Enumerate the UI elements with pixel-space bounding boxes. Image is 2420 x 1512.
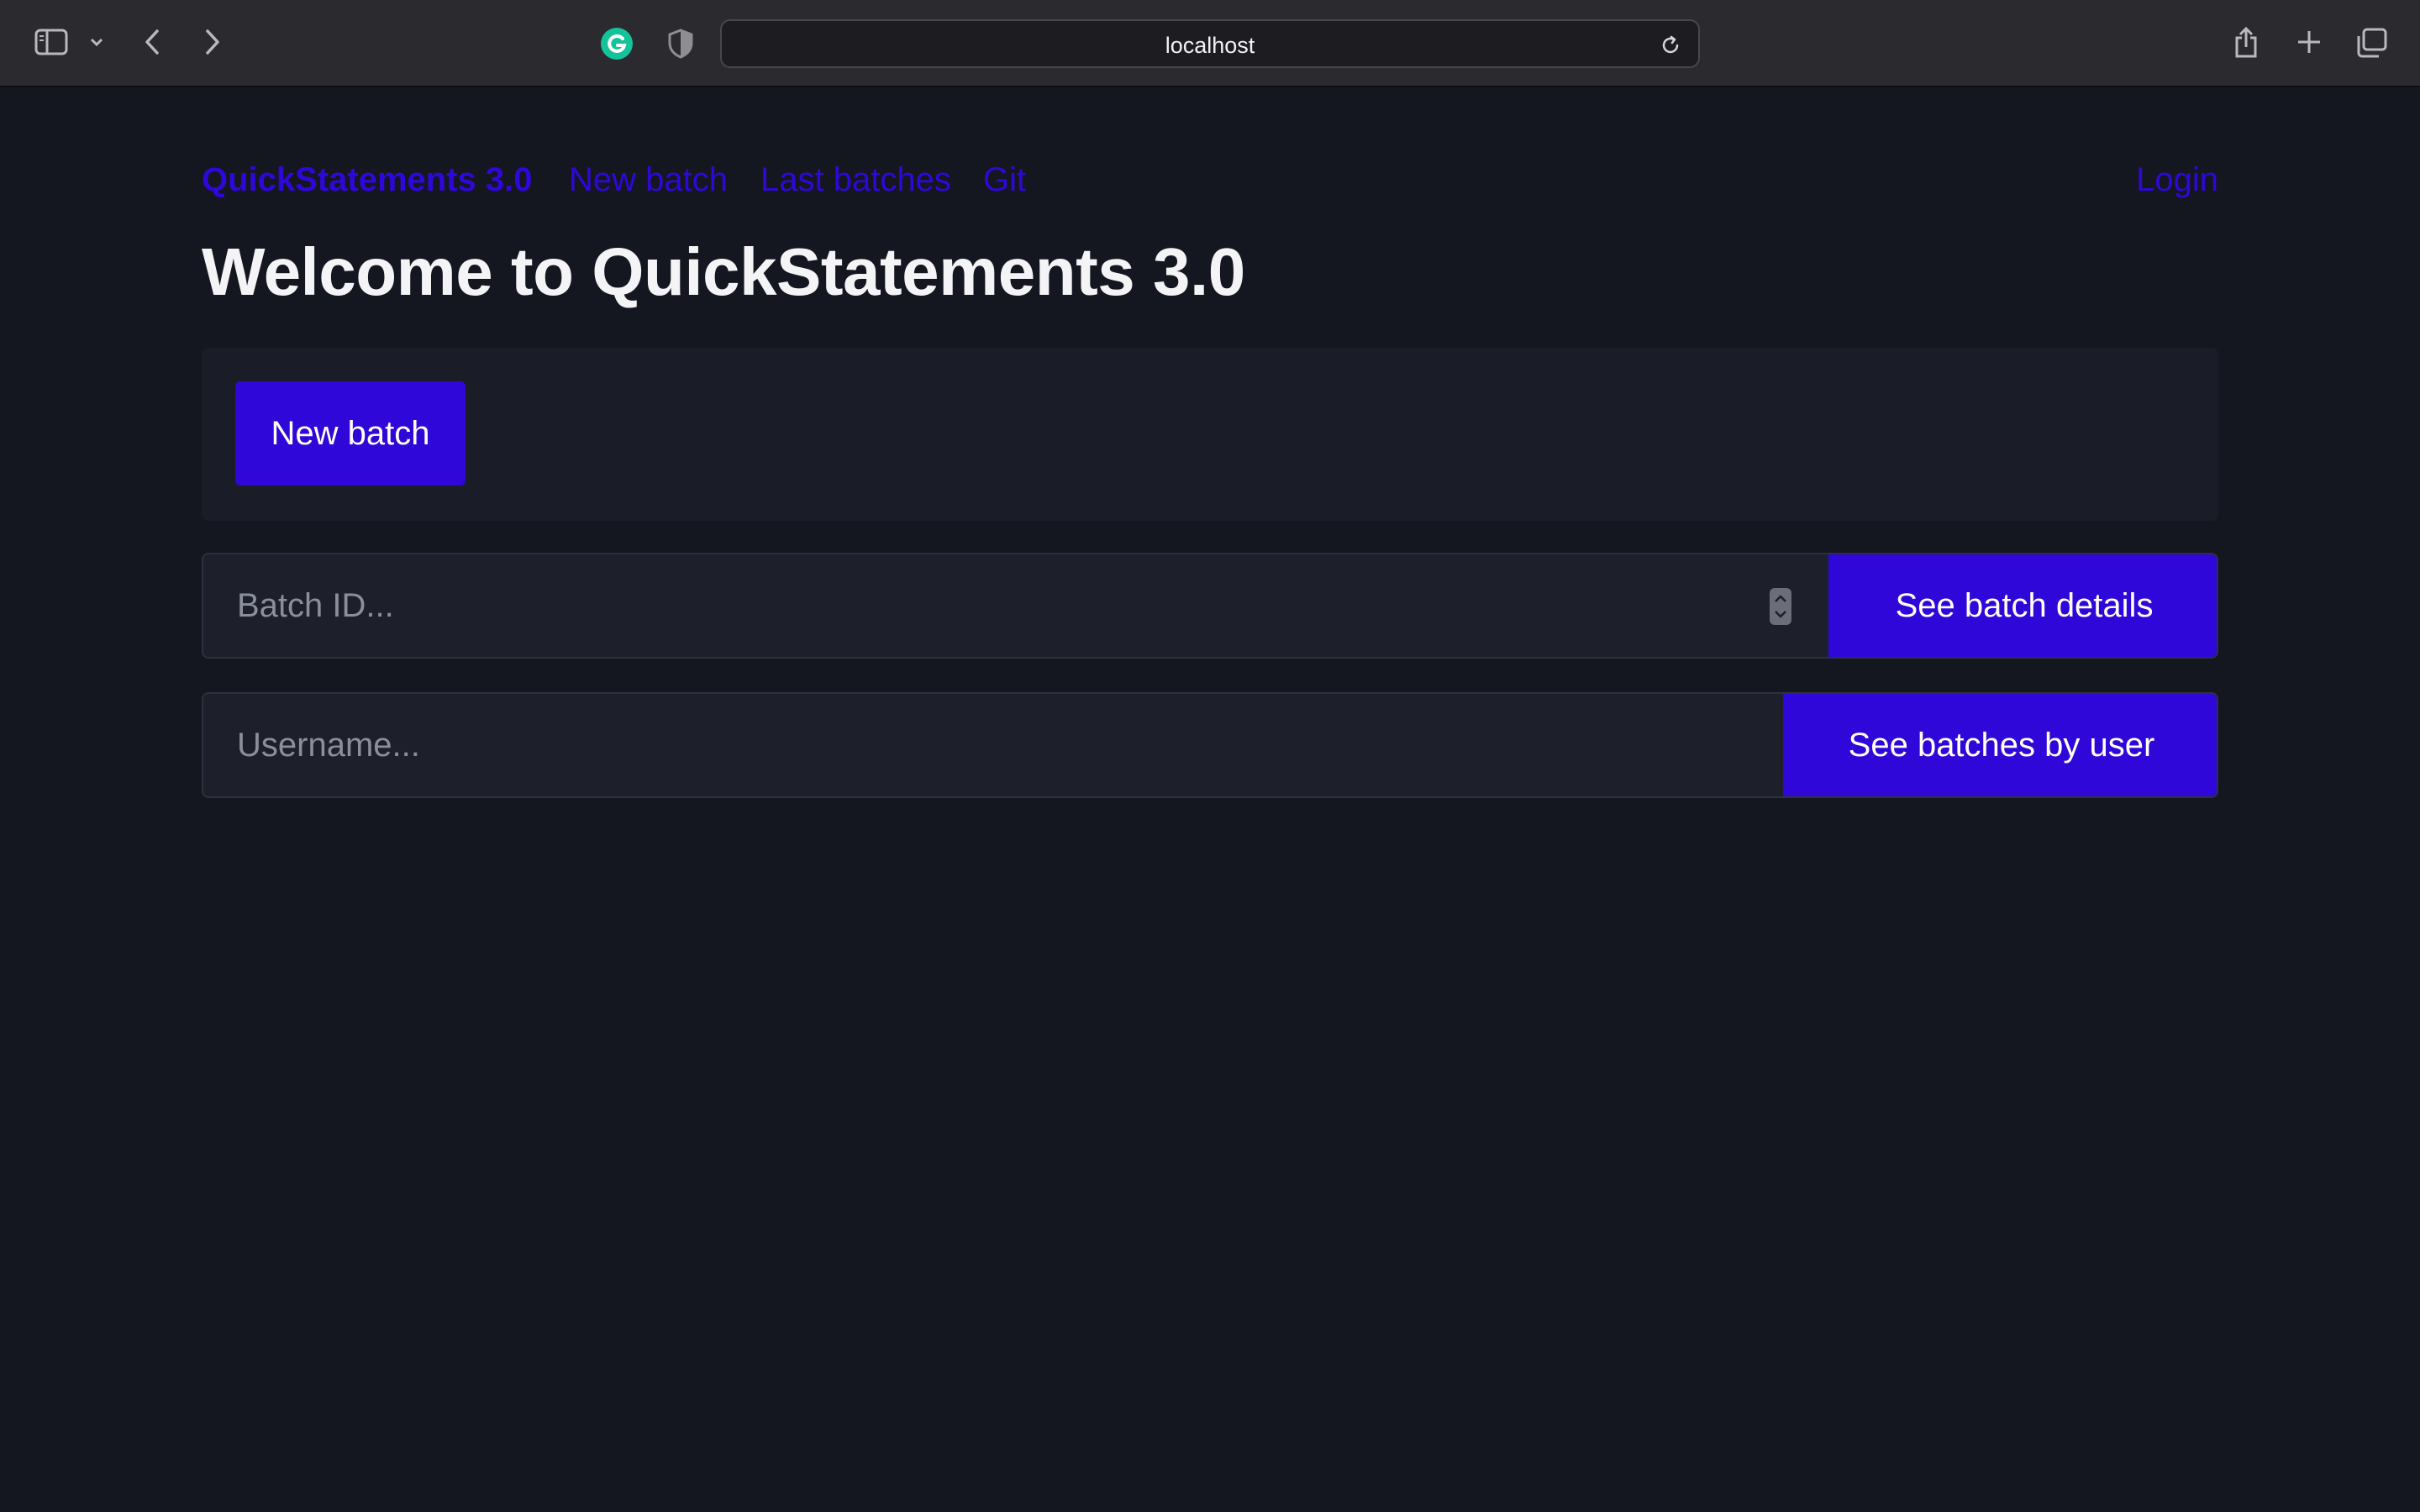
new-batch-card: New batch [202, 348, 2218, 521]
reload-icon[interactable] [1660, 34, 1681, 56]
login-link[interactable]: Login [2136, 161, 2218, 199]
nav-link-git[interactable]: Git [983, 161, 1026, 199]
top-navigation: QuickStatements 3.0 New batch Last batch… [202, 156, 2218, 207]
username-input[interactable]: Username... [203, 694, 1783, 796]
address-bar[interactable]: localhost [720, 19, 1700, 68]
url-text: localhost [1165, 33, 1255, 58]
back-arrow-icon[interactable] [138, 24, 166, 60]
browser-toolbar: localhost [0, 0, 2420, 87]
tab-overview-icon[interactable] [2353, 25, 2390, 60]
username-form: Username... See batches by user [202, 692, 2218, 798]
see-batches-by-user-button[interactable]: See batches by user [1783, 694, 2217, 796]
page-title: Welcome to QuickStatements 3.0 [202, 234, 1245, 309]
new-tab-plus-icon[interactable] [2292, 25, 2326, 59]
batch-id-form: Batch ID... See batch details [202, 553, 2218, 659]
number-stepper-icon[interactable] [1770, 588, 1791, 625]
privacy-shield-icon[interactable] [666, 27, 696, 60]
see-batch-details-button[interactable]: See batch details [1828, 554, 2217, 657]
new-batch-button[interactable]: New batch [235, 381, 466, 486]
sidebar-toggle-icon[interactable] [32, 25, 71, 59]
share-icon[interactable] [2230, 24, 2262, 62]
grammarly-extension-icon[interactable] [600, 27, 634, 60]
page-content: QuickStatements 3.0 New batch Last batch… [0, 89, 2420, 1512]
nav-link-new-batch[interactable]: New batch [569, 161, 728, 199]
brand-link[interactable]: QuickStatements 3.0 [202, 161, 533, 199]
nav-link-last-batches[interactable]: Last batches [760, 161, 951, 199]
batch-id-input[interactable]: Batch ID... [203, 554, 1828, 657]
chevron-down-icon[interactable] [87, 32, 106, 52]
forward-arrow-icon[interactable] [198, 24, 227, 60]
